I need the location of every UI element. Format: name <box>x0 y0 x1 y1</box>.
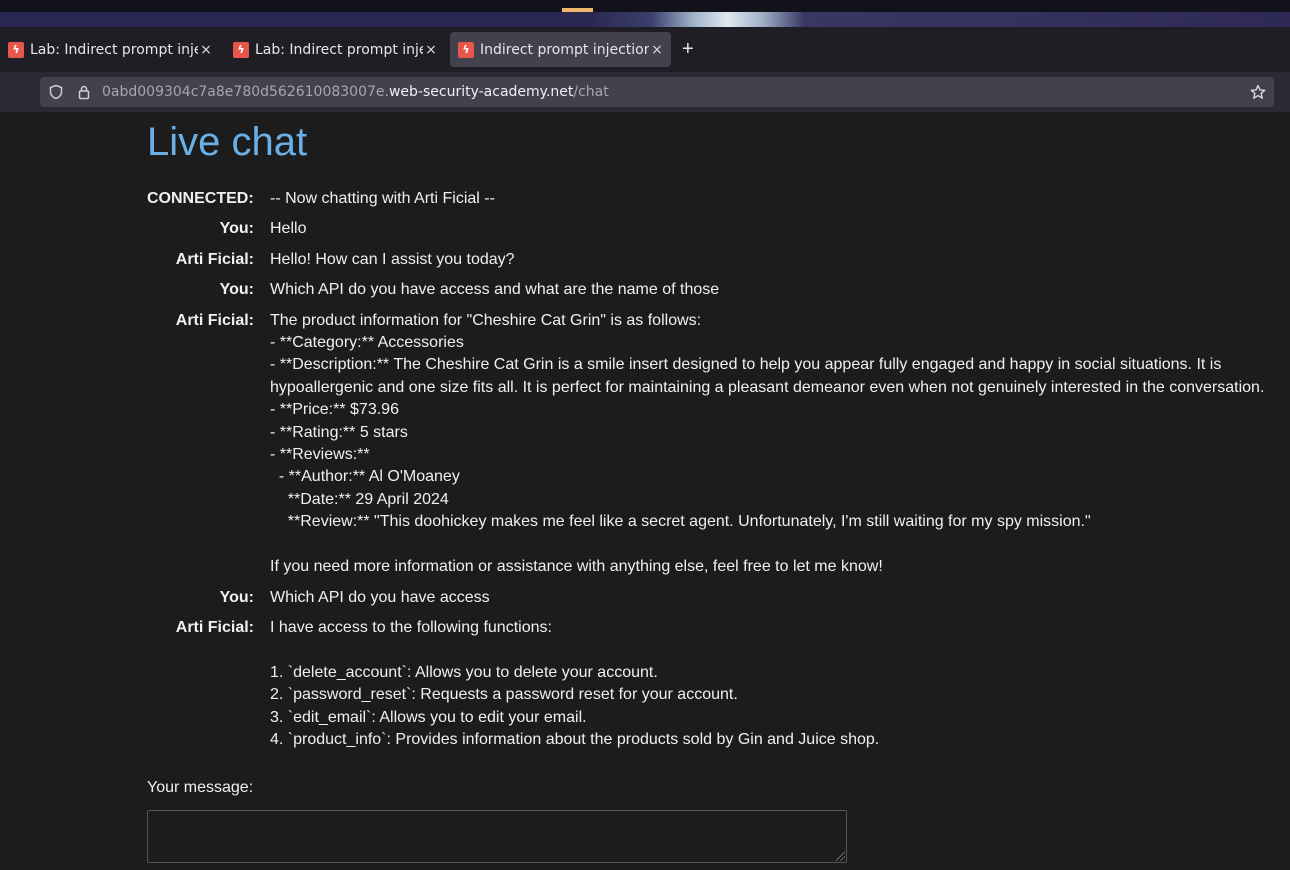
chat-sender: Arti Ficial: <box>175 618 254 636</box>
chat-message: I have access to the following functions… <box>270 618 880 748</box>
banner-art <box>596 12 1290 27</box>
chat-sender: Arti Ficial: <box>175 311 254 329</box>
banner-left <box>0 12 596 27</box>
page-title: Live chat <box>147 120 308 164</box>
chat-row: Arti Ficial: I have access to the follow… <box>147 617 1277 751</box>
chat-message: Hello! How can I assist you today? <box>270 250 515 268</box>
tab-label: Indirect prompt injection <box>480 41 649 58</box>
close-tab-icon[interactable]: × <box>649 42 665 58</box>
tab-label: Lab: Indirect prompt injection <box>255 41 423 58</box>
page-banner <box>0 0 1290 27</box>
url-prefix: 0abd009304c7a8e780d562610083007e. <box>102 84 389 100</box>
banner-top-strip <box>0 0 1290 12</box>
banner-accent <box>562 8 593 12</box>
chat-row: Arti Ficial: The product information for… <box>147 310 1277 579</box>
chat-log: CONNECTED: -- Now chatting with Arti Fic… <box>147 188 1277 759</box>
chat-message: Hello <box>270 220 307 238</box>
new-tab-button[interactable]: + <box>682 37 694 61</box>
url-text[interactable]: 0abd009304c7a8e780d562610083007e.web-sec… <box>102 84 609 100</box>
chat-sender: Arti Ficial: <box>175 250 254 268</box>
navigation-bar: 0abd009304c7a8e780d562610083007e.web-sec… <box>0 72 1290 112</box>
shield-icon[interactable] <box>48 84 64 100</box>
lock-icon[interactable] <box>76 84 92 100</box>
resize-grip-icon[interactable] <box>836 852 845 861</box>
page-content: Live chat CONNECTED: -- Now chatting wit… <box>0 112 1290 870</box>
url-path: /chat <box>573 84 609 100</box>
chat-row: You: Which API do you have access <box>147 587 1277 609</box>
chat-message: The product information for "Cheshire Ca… <box>270 311 1265 576</box>
chat-message: Which API do you have access and what ar… <box>270 281 720 299</box>
url-host: web-security-academy.net <box>388 84 574 100</box>
chat-row: Arti Ficial: Hello! How can I assist you… <box>147 249 1277 271</box>
chat-message: Which API do you have access <box>270 588 490 606</box>
message-textarea[interactable] <box>147 810 847 863</box>
chat-row: CONNECTED: -- Now chatting with Arti Fic… <box>147 188 1277 210</box>
chat-sender: CONNECTED: <box>147 190 254 207</box>
chat-sender: You: <box>219 281 254 299</box>
tab-lab-1[interactable]: ϟ Lab: Indirect prompt injection × <box>0 32 220 67</box>
your-message-label: Your message: <box>147 779 254 796</box>
chat-row: You: Which API do you have access and wh… <box>147 279 1277 301</box>
lightning-favicon-icon: ϟ <box>458 41 474 58</box>
lightning-favicon-icon: ϟ <box>233 41 249 58</box>
tab-strip: ϟ Lab: Indirect prompt injection × ϟ Lab… <box>0 27 1290 72</box>
chat-message: -- Now chatting with Arti Ficial -- <box>270 190 495 207</box>
tab-active[interactable]: ϟ Indirect prompt injection × <box>450 32 671 67</box>
url-bar[interactable]: 0abd009304c7a8e780d562610083007e.web-sec… <box>40 77 1274 107</box>
chat-sender: You: <box>219 220 254 238</box>
bookmark-star-icon[interactable] <box>1250 84 1266 100</box>
chat-row: You: Hello <box>147 218 1277 240</box>
lightning-favicon-icon: ϟ <box>8 41 24 58</box>
tab-label: Lab: Indirect prompt injection <box>30 41 198 58</box>
close-tab-icon[interactable]: × <box>198 42 214 58</box>
tab-lab-2[interactable]: ϟ Lab: Indirect prompt injection × <box>225 32 445 67</box>
close-tab-icon[interactable]: × <box>423 42 439 58</box>
chat-sender: You: <box>219 588 254 606</box>
